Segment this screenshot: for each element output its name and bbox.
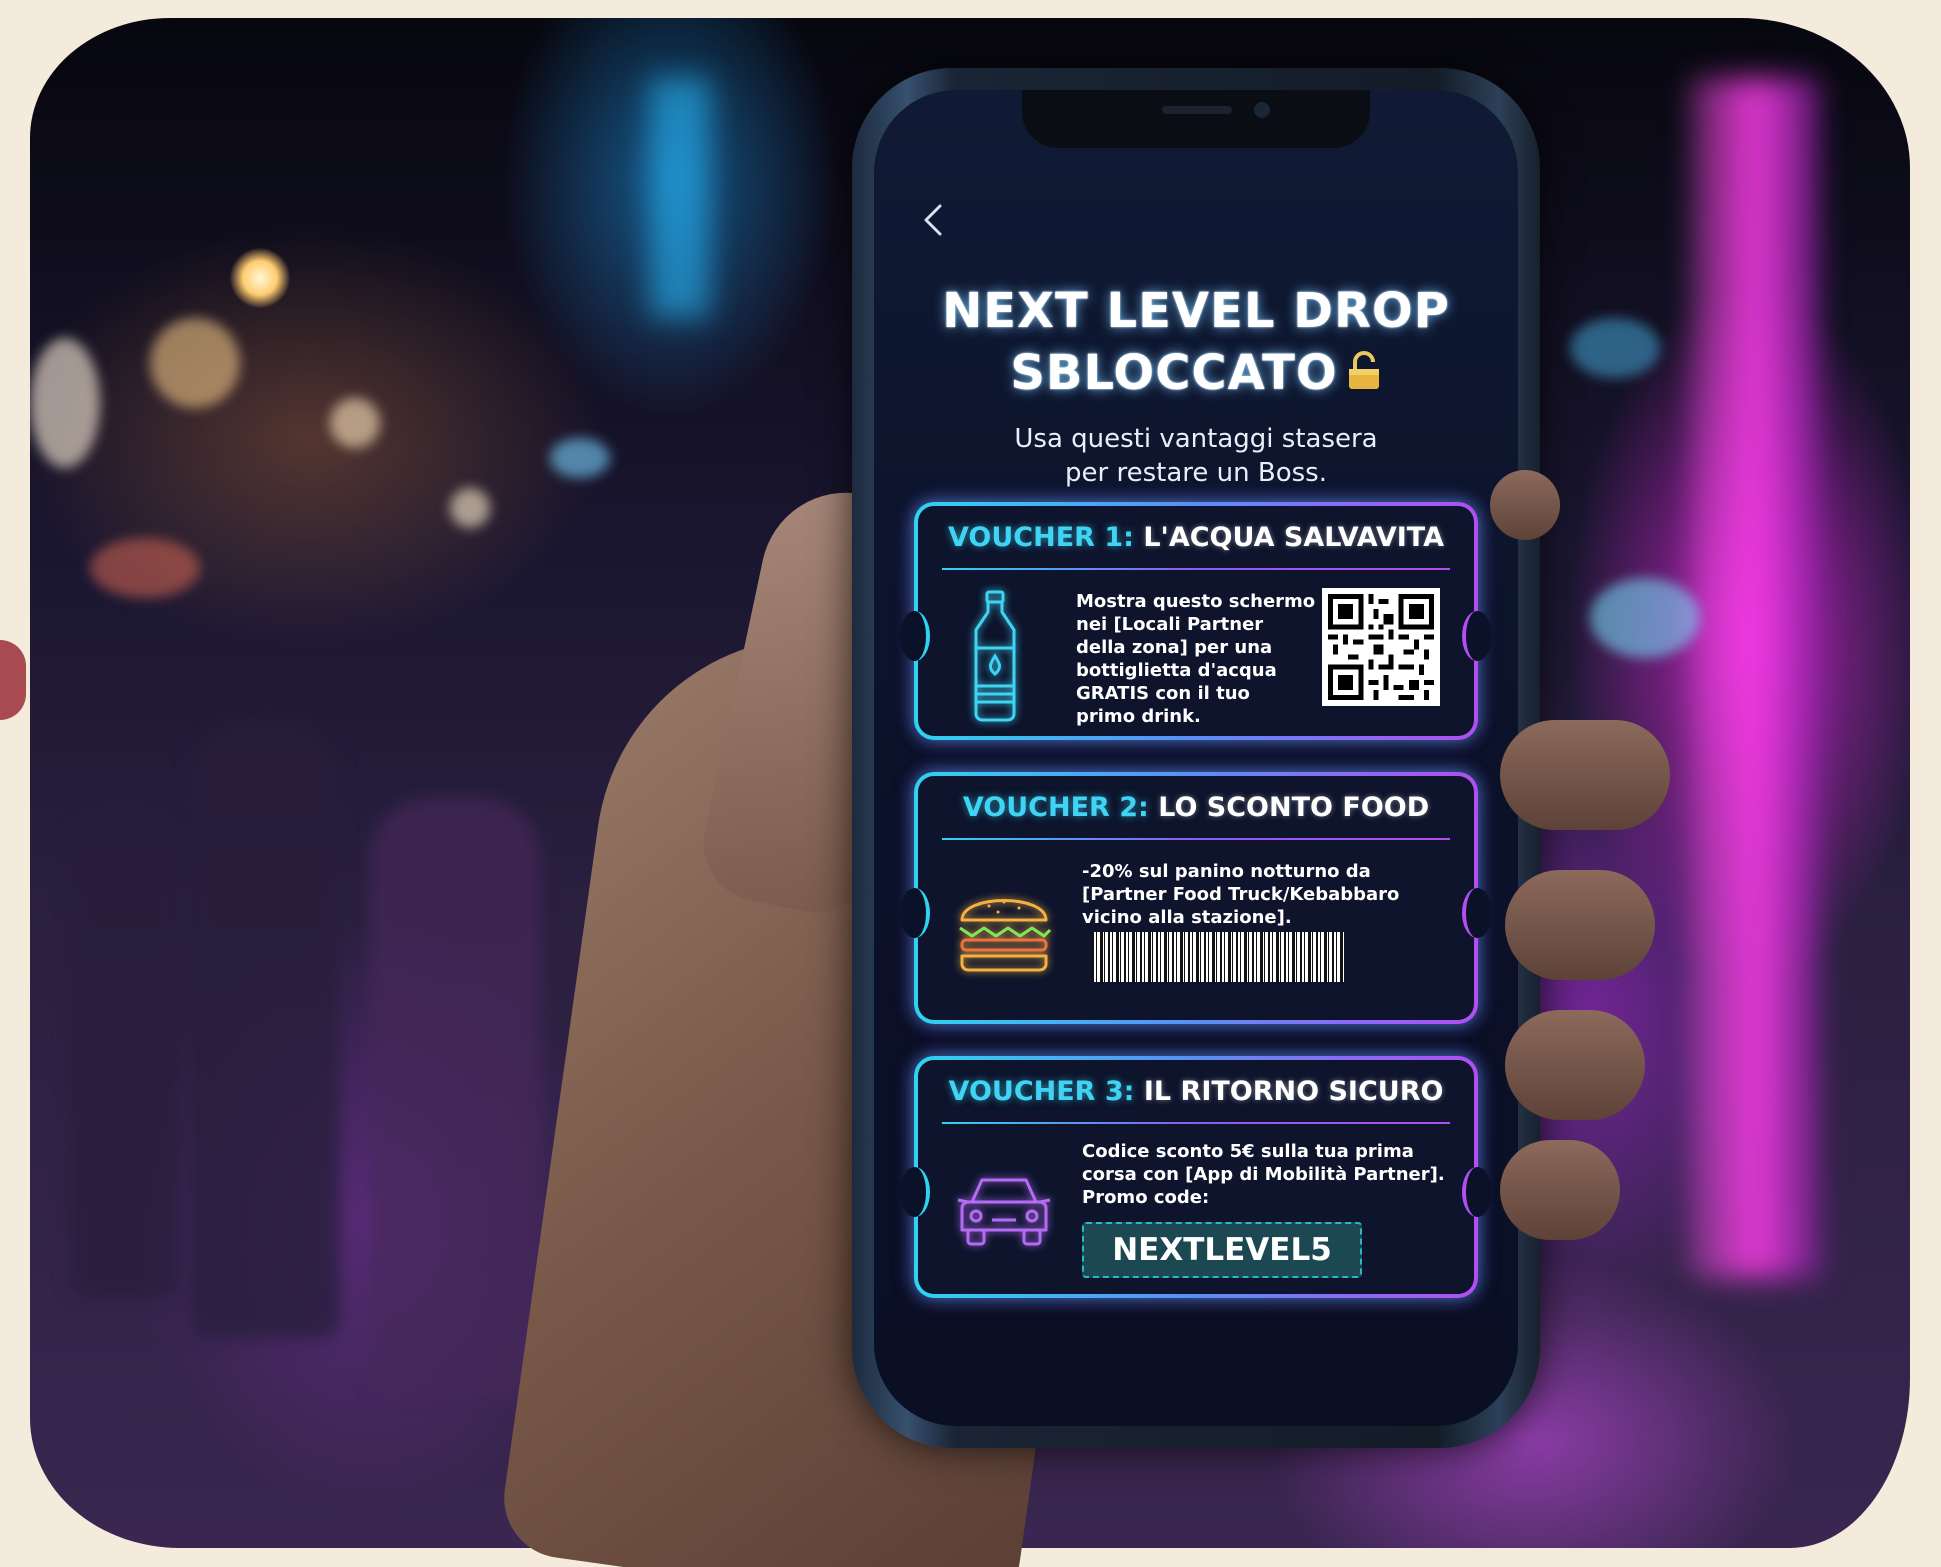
voucher-title: VOUCHER 2: LO SCONTO FOOD [962, 792, 1430, 823]
voucher-description: -20% sul panino notturno da [Partner Foo… [1082, 861, 1400, 928]
voucher-title: VOUCHER 1: L'ACQUA SALVAVITA [948, 522, 1444, 553]
promo-code[interactable]: NEXTLEVEL5 [1082, 1222, 1362, 1278]
qr-code[interactable] [1322, 588, 1440, 706]
burger-icon [954, 880, 1054, 976]
back-chevron-icon[interactable] [914, 200, 954, 240]
title-line-2: SBLOCCATO [874, 342, 1518, 404]
finger [1500, 1140, 1620, 1240]
smartphone: NEXT LEVEL DROP SBLOCCATO Usa questi van… [852, 68, 1540, 1448]
phone-notch [1022, 90, 1370, 148]
finger [1505, 1010, 1645, 1120]
front-camera-icon [1254, 102, 1270, 118]
car-icon [954, 1172, 1054, 1250]
side-decoration [0, 640, 26, 720]
voucher-description: Mostra questo schermo nei [Locali Partne… [1076, 591, 1316, 727]
title-line-1: NEXT LEVEL DROP [942, 283, 1450, 339]
water-bottle-icon [966, 590, 1024, 722]
voucher-card-1[interactable]: VOUCHER 1: L'ACQUA SALVAVITA Mostra ques… [900, 502, 1492, 740]
subtitle: Usa questi vantaggi stasera per restare … [1014, 424, 1378, 488]
finger [1490, 470, 1560, 540]
barcode[interactable] [1082, 926, 1354, 988]
unlocked-padlock-icon [1346, 344, 1382, 389]
voucher-description: Codice sconto 5€ sulla tua prima corsa c… [1082, 1141, 1445, 1208]
finger [1500, 720, 1670, 830]
finger [1505, 870, 1655, 980]
phone-screen: NEXT LEVEL DROP SBLOCCATO Usa questi van… [874, 90, 1518, 1426]
voucher-card-3[interactable]: VOUCHER 3: IL RITORNO SICURO Codice scon… [900, 1056, 1492, 1298]
voucher-card-2[interactable]: VOUCHER 2: LO SCONTO FOOD -20% sul panin… [900, 772, 1492, 1024]
voucher-title: VOUCHER 3: IL RITORNO SICURO [948, 1076, 1444, 1107]
page-title: NEXT LEVEL DROP SBLOCCATO [874, 280, 1518, 404]
